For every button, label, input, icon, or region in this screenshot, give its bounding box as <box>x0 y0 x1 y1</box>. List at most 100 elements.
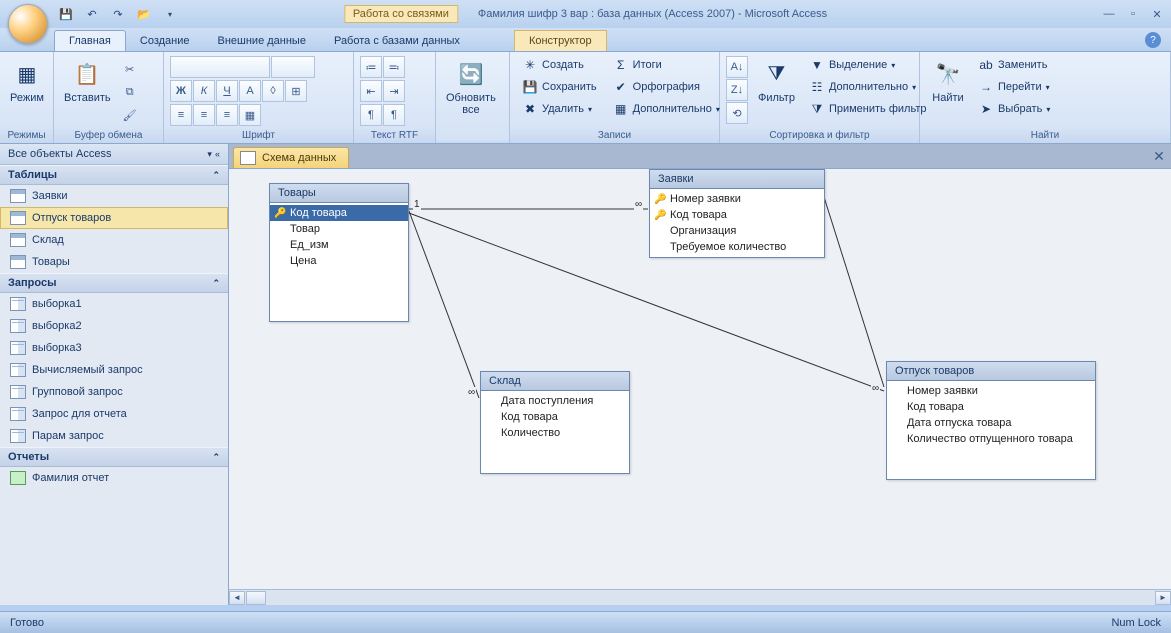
font-color-button[interactable]: A <box>239 80 261 102</box>
sort-asc-button[interactable]: A↓ <box>726 56 748 78</box>
tab-external-data[interactable]: Внешние данные <box>204 31 320 51</box>
advanced-filter-button[interactable]: ☷Дополнительно ▾ <box>805 78 931 96</box>
numbering-button[interactable]: ≕ <box>383 56 405 78</box>
nav-section-reports[interactable]: Отчеты⌃ <box>0 447 228 467</box>
more-records-button[interactable]: ▦Дополнительно ▾ <box>609 100 724 118</box>
increase-indent-button[interactable]: ⇥ <box>383 80 405 102</box>
filter-button[interactable]: ⧩Фильтр <box>752 56 801 106</box>
selection-filter-button[interactable]: ▼Выделение ▾ <box>805 56 931 74</box>
scroll-left-icon[interactable]: ◄ <box>229 591 245 605</box>
nav-query-1[interactable]: выборка1 <box>0 293 228 315</box>
nav-section-queries[interactable]: Запросы⌃ <box>0 273 228 293</box>
bullets-button[interactable]: ≔ <box>360 56 382 78</box>
decrease-indent-button[interactable]: ⇤ <box>360 80 382 102</box>
cut-icon[interactable]: ✂ <box>119 58 141 80</box>
paste-button[interactable]: 📋Вставить <box>58 56 117 106</box>
nav-section-tables[interactable]: Таблицы⌃ <box>0 165 228 185</box>
tab-database-tools[interactable]: Работа с базами данных <box>320 31 474 51</box>
office-button[interactable] <box>8 4 48 44</box>
document-tab-schema[interactable]: Схема данных <box>233 147 349 168</box>
italic-button[interactable]: К <box>193 80 215 102</box>
nav-query-calc[interactable]: Вычисляемый запрос <box>0 359 228 381</box>
save-icon[interactable]: 💾 <box>56 4 76 24</box>
font-size-combo[interactable] <box>271 56 315 78</box>
qat-customize-icon[interactable]: ▾ <box>160 4 180 24</box>
spelling-button[interactable]: ✔Орфография <box>609 78 724 96</box>
close-icon[interactable]: ✕ <box>1149 6 1165 22</box>
tab-create[interactable]: Создание <box>126 31 204 51</box>
field-kod-tovara[interactable]: Код товара <box>481 409 629 425</box>
nav-query-2[interactable]: выборка2 <box>0 315 228 337</box>
field-nomer-zayavki[interactable]: 🔑Номер заявки <box>650 191 824 207</box>
nav-query-group[interactable]: Групповой запрос <box>0 381 228 403</box>
select-button[interactable]: ➤Выбрать ▾ <box>974 100 1054 118</box>
font-name-combo[interactable] <box>170 56 270 78</box>
goto-button[interactable]: →Перейти ▾ <box>974 78 1054 96</box>
scroll-right-icon[interactable]: ► <box>1155 591 1171 605</box>
field-kolichestvo[interactable]: Количество <box>481 425 629 441</box>
diagram-table-zayavki[interactable]: Заявки 🔑Номер заявки 🔑Код товара Организ… <box>649 169 825 258</box>
underline-button[interactable]: Ч <box>216 80 238 102</box>
field-treb-kolich[interactable]: Требуемое количество <box>650 239 824 255</box>
nav-pane-header[interactable]: Все объекты Access ▾ « <box>0 144 228 165</box>
field-data-post[interactable]: Дата поступления <box>481 393 629 409</box>
align-right-button[interactable]: ≡ <box>216 104 238 126</box>
horizontal-scrollbar[interactable]: ◄ ► <box>229 589 1171 605</box>
save-record-button[interactable]: 💾Сохранить <box>518 78 601 96</box>
find-button[interactable]: 🔭Найти <box>926 56 970 106</box>
view-mode-button[interactable]: ▦Режим <box>4 56 50 106</box>
key-icon: 🔑 <box>654 194 666 206</box>
format-painter-icon[interactable]: 🖌 <box>119 104 141 126</box>
alt-row-color-button[interactable]: ▦ <box>239 104 261 126</box>
clear-sort-button[interactable]: ⟲ <box>726 102 748 124</box>
copy-icon[interactable]: ⧉ <box>119 81 141 103</box>
open-folder-icon[interactable]: 📂 <box>134 4 154 24</box>
redo-icon[interactable]: ↷ <box>108 4 128 24</box>
sort-desc-button[interactable]: Z↓ <box>726 79 748 101</box>
refresh-all-button[interactable]: 🔄Обновить все <box>440 56 502 118</box>
diagram-table-otpusk[interactable]: Отпуск товаров Номер заявки Код товара Д… <box>886 361 1096 480</box>
field-data-otpuska[interactable]: Дата отпуска товара <box>887 415 1095 431</box>
field-kod-tovara[interactable]: 🔑Код товара <box>270 205 408 221</box>
nav-query-report[interactable]: Запрос для отчета <box>0 403 228 425</box>
replace-button[interactable]: abЗаменить <box>974 56 1054 74</box>
totals-button[interactable]: ΣИтоги <box>609 56 724 74</box>
gridlines-button[interactable]: ⊞ <box>285 80 307 102</box>
nav-table-zayavki[interactable]: Заявки <box>0 185 228 207</box>
field-cena[interactable]: Цена <box>270 253 408 269</box>
diagram-table-sklad[interactable]: Склад Дата поступления Код товара Количе… <box>480 371 630 474</box>
undo-icon[interactable]: ↶ <box>82 4 102 24</box>
field-nomer-zayavki[interactable]: Номер заявки <box>887 383 1095 399</box>
fill-color-button[interactable]: ◊ <box>262 80 284 102</box>
nav-report-1[interactable]: Фамилия отчет <box>0 467 228 489</box>
nav-table-sklad[interactable]: Склад <box>0 229 228 251</box>
new-record-button[interactable]: ✳Создать <box>518 56 601 74</box>
nav-query-param[interactable]: Парам запрос <box>0 425 228 447</box>
close-document-icon[interactable]: ✕ <box>1151 148 1167 164</box>
align-center-button[interactable]: ≡ <box>193 104 215 126</box>
field-organizaciya[interactable]: Организация <box>650 223 824 239</box>
minimize-icon[interactable]: — <box>1101 6 1117 22</box>
rtl-button[interactable]: ¶ <box>383 104 405 126</box>
restore-icon[interactable]: ▫ <box>1125 6 1141 22</box>
scroll-thumb[interactable] <box>246 591 266 605</box>
nav-query-3[interactable]: выборка3 <box>0 337 228 359</box>
field-ed-izm[interactable]: Ед_изм <box>270 237 408 253</box>
help-icon[interactable]: ? <box>1145 32 1161 48</box>
field-kod-tovara[interactable]: Код товара <box>887 399 1095 415</box>
relationships-canvas[interactable]: 1 ∞ ∞ ∞ Товары 🔑Код товара Товар Ед_изм … <box>229 168 1171 589</box>
field-tovar[interactable]: Товар <box>270 221 408 237</box>
nav-table-otpusk[interactable]: Отпуск товаров <box>0 207 228 229</box>
nav-table-tovary[interactable]: Товары <box>0 251 228 273</box>
ltr-button[interactable]: ¶ <box>360 104 382 126</box>
tab-home[interactable]: Главная <box>54 30 126 51</box>
align-left-button[interactable]: ≡ <box>170 104 192 126</box>
field-kod-tovara[interactable]: 🔑Код товара <box>650 207 824 223</box>
delete-record-button[interactable]: ✖Удалить ▾ <box>518 100 601 118</box>
diagram-table-tovary[interactable]: Товары 🔑Код товара Товар Ед_изм Цена <box>269 183 409 322</box>
bold-button[interactable]: Ж <box>170 80 192 102</box>
toggle-filter-button[interactable]: ⧩Применить фильтр <box>805 100 931 118</box>
field-kolich-otp[interactable]: Количество отпущенного товара <box>887 431 1095 447</box>
tab-designer[interactable]: Конструктор <box>514 30 607 51</box>
collapse-icon[interactable]: « <box>215 149 220 159</box>
